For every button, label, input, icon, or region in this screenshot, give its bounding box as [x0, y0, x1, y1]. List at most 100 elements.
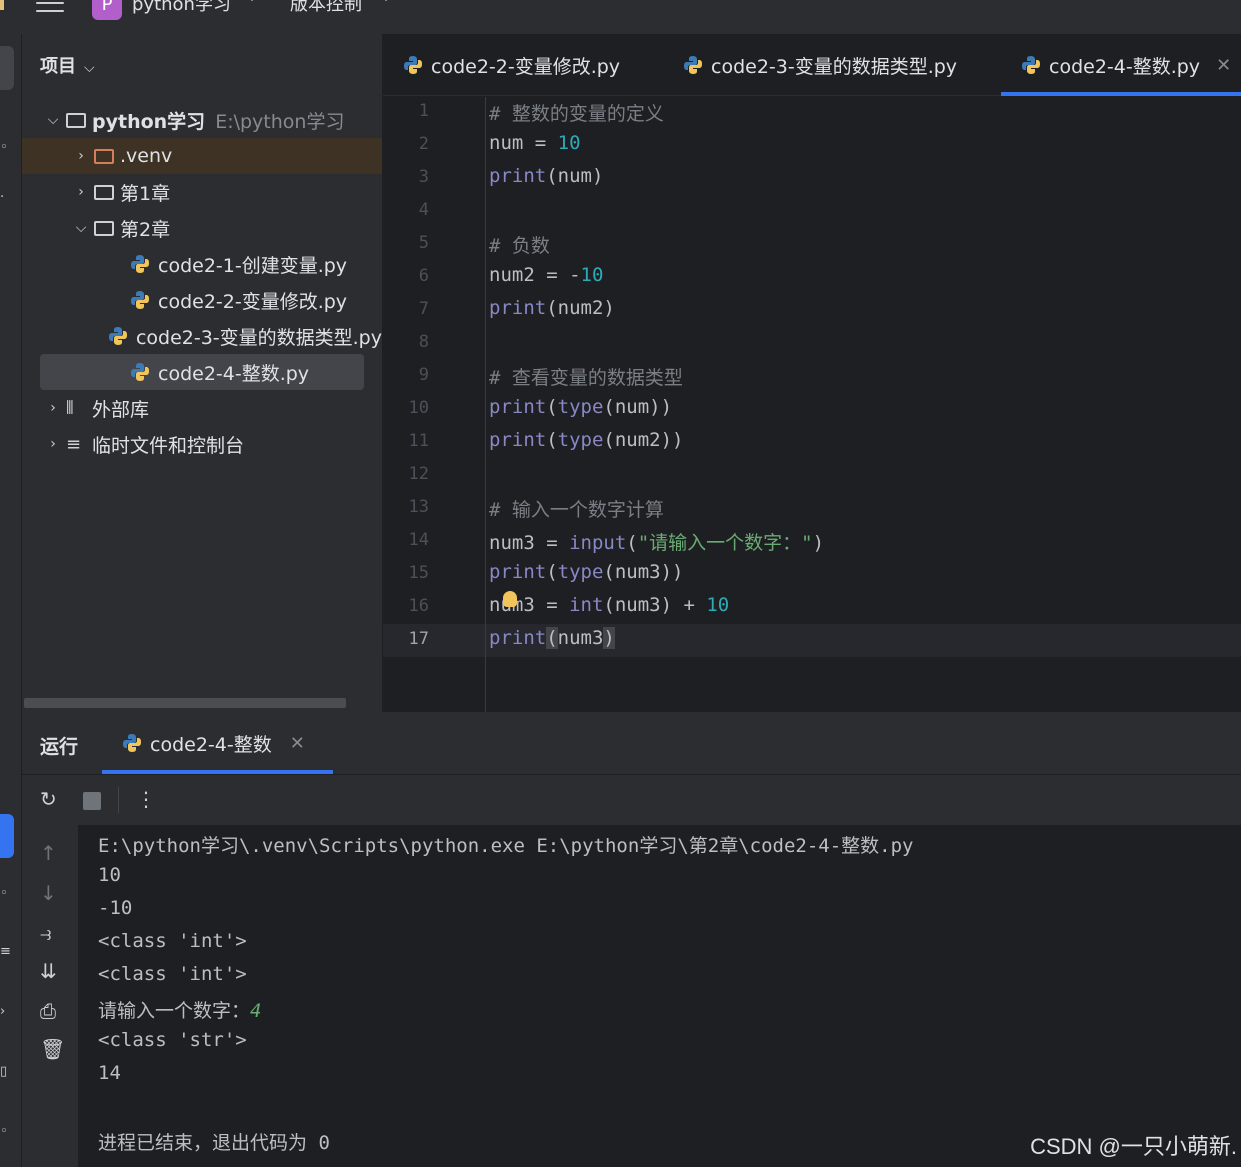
project-tool-button[interactable]: [0, 46, 14, 90]
problems-tool-icon[interactable]: ▯: [0, 1064, 7, 1079]
chevron-right-icon[interactable]: ›: [44, 436, 62, 452]
hamburger-icon[interactable]: [36, 0, 64, 16]
tree-item-scratches[interactable]: › ≡ 临时文件和控制台: [22, 426, 382, 462]
code-line[interactable]: # 查看变量的数据类型: [489, 363, 683, 390]
code-token: # 整数的变量的定义: [489, 103, 664, 125]
project-badge[interactable]: P: [92, 0, 122, 20]
stop-icon[interactable]: [83, 792, 101, 810]
code-line[interactable]: num2 = -10: [489, 264, 603, 286]
code-line[interactable]: num3 = input("请输入一个数字："): [489, 528, 824, 555]
code-token: num3: [557, 627, 604, 649]
excluded-folder-icon: [94, 148, 114, 164]
structure-tool-icon[interactable]: ·: [0, 190, 4, 205]
code-token: (num2)): [603, 429, 684, 451]
run-tab[interactable]: code2-4-整数 ✕: [102, 712, 333, 774]
code-token: (: [626, 532, 638, 554]
run-panel: 运行 code2-4-整数 ✕ ↻ ⋮ ↑ ↓ ⥽ ⇊ ⎙ 🗑 E:\pytho…: [22, 712, 1241, 1167]
commit-tool-icon[interactable]: ◦: [0, 140, 8, 155]
code-token: (num2): [546, 297, 615, 319]
horizontal-scrollbar[interactable]: [24, 698, 346, 708]
close-icon[interactable]: ✕: [290, 733, 305, 754]
tree-item-label: 第1章: [120, 182, 171, 205]
code-token: print: [489, 396, 547, 418]
tree-item-external-libraries[interactable]: › ⫴ 外部库: [22, 390, 382, 426]
code-token: (num3)): [603, 561, 684, 583]
close-icon[interactable]: ✕: [1216, 55, 1231, 76]
python-console-tool-icon[interactable]: ◦: [0, 886, 8, 901]
chevron-down-icon[interactable]: ⌵: [84, 60, 95, 76]
code-token: # 查看变量的数据类型: [489, 367, 683, 389]
code-token: num2 = -: [489, 264, 581, 286]
tree-item-chapter1[interactable]: › 第1章: [22, 174, 382, 210]
code-line[interactable]: # 负数: [489, 231, 550, 258]
tree-item-file-selected[interactable]: code2-4-整数.py: [40, 354, 364, 390]
tree-item-venv[interactable]: › .venv: [22, 138, 382, 174]
code-line[interactable]: print(type(num)): [489, 396, 672, 418]
project-switcher[interactable]: python学习: [132, 0, 231, 20]
line-number: 15: [408, 563, 429, 583]
code-line[interactable]: num3 = int(num3) + 10: [489, 594, 729, 616]
chevron-down-icon[interactable]: ⌵: [72, 220, 90, 236]
code-line[interactable]: # 输入一个数字计算: [489, 495, 664, 522]
chevron-right-icon[interactable]: ›: [44, 400, 62, 416]
editor-tab-active[interactable]: code2-4-整数.py ✕: [1000, 34, 1241, 96]
line-number: 6: [418, 266, 429, 286]
code-token: (num)): [603, 396, 673, 418]
code-line[interactable]: print(type(num2)): [489, 429, 684, 451]
chevron-right-icon[interactable]: ›: [72, 184, 90, 200]
arrow-up-icon[interactable]: ↑: [40, 841, 57, 865]
arrow-down-icon[interactable]: ↓: [40, 881, 57, 905]
console-line: 请输入一个数字：4: [98, 996, 261, 1023]
tree-root[interactable]: ⌵ python学习 E:\python学习: [22, 102, 382, 138]
code-token: num =: [489, 132, 558, 154]
vcs-menu[interactable]: 版本控制: [290, 0, 362, 20]
tree-item-file[interactable]: code2-3-变量的数据类型.py: [22, 318, 382, 354]
folder-icon: [94, 220, 114, 236]
services-tool-icon[interactable]: ≡: [0, 944, 11, 959]
python-icon: [1022, 56, 1040, 74]
editor-tabs: code2-2-变量修改.py code2-3-变量的数据类型.py code2…: [383, 34, 1241, 96]
run-tool-button[interactable]: [0, 814, 14, 858]
editor-tab[interactable]: code2-3-变量的数据类型.py: [683, 34, 957, 96]
editor-tab[interactable]: code2-2-变量修改.py: [403, 34, 620, 96]
lightbulb-icon[interactable]: [503, 591, 517, 607]
soft-wrap-icon[interactable]: ⥽: [40, 921, 51, 945]
print-icon[interactable]: ⎙: [40, 999, 56, 1023]
console-output[interactable]: E:\python学习\.venv\Scripts\python.exe E:\…: [78, 825, 1241, 1167]
project-panel: 项目 ⌵ ⌵ python学习 E:\python学习 › .venv › 第1章…: [22, 34, 382, 712]
line-number-gutter[interactable]: 1 2 3 4 5 6 7 8 9 10 11 12 13 14 15 16 17: [383, 97, 486, 712]
line-number: 12: [408, 464, 429, 484]
line-number: 16: [408, 596, 429, 616]
code-token: ): [812, 532, 825, 554]
folder-icon: [94, 184, 114, 200]
chevron-down-icon[interactable]: ⌵: [44, 112, 62, 128]
line-number: 5: [418, 233, 429, 253]
console-line: E:\python学习\.venv\Scripts\python.exe E:\…: [98, 831, 913, 858]
chevron-right-icon[interactable]: ›: [72, 148, 90, 164]
more-vertical-icon[interactable]: ⋮: [136, 787, 156, 811]
tree-item-file[interactable]: code2-1-创建变量.py: [22, 246, 382, 282]
trash-icon[interactable]: 🗑: [40, 1037, 65, 1061]
code-line[interactable]: # 整数的变量的定义: [489, 99, 664, 126]
project-panel-header[interactable]: 项目 ⌵: [40, 52, 95, 78]
code-line[interactable]: print(num3): [489, 627, 615, 649]
chevron-down-icon[interactable]: ⌵: [246, 0, 258, 6]
terminal-tool-icon[interactable]: ›: [0, 1004, 5, 1019]
code-token: num3 =: [489, 594, 570, 616]
version-control-tool-icon[interactable]: ◦: [0, 1124, 8, 1139]
tree-item-file[interactable]: code2-2-变量修改.py: [22, 282, 382, 318]
code-line[interactable]: print(num): [489, 165, 603, 187]
rerun-icon[interactable]: ↻: [40, 787, 57, 811]
tree-item-chapter2[interactable]: ⌵ 第2章: [22, 210, 382, 246]
run-panel-title: 运行: [40, 736, 79, 758]
chevron-down-icon[interactable]: ⌵: [380, 0, 392, 6]
code-line[interactable]: num = 10: [489, 132, 581, 154]
code-line[interactable]: print(num2): [489, 297, 615, 319]
tree-root-path: E:\python学习: [215, 110, 345, 133]
code-token: int: [569, 594, 604, 616]
console-text: 14: [98, 1062, 121, 1084]
scroll-to-end-icon[interactable]: ⇊: [40, 959, 57, 983]
tree-item-label: code2-2-变量修改.py: [158, 290, 348, 313]
code-line[interactable]: print(type(num3)): [489, 561, 684, 583]
console-line: 进程已结束，退出代码为 0: [98, 1128, 330, 1155]
